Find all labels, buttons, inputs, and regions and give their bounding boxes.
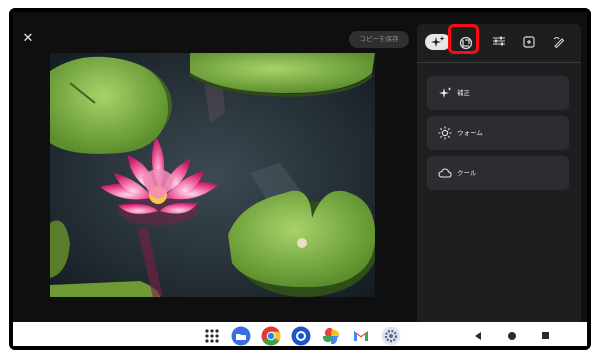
cloud-icon bbox=[438, 168, 452, 178]
suggestion-label: 補正 bbox=[457, 89, 470, 97]
back-icon[interactable] bbox=[475, 332, 481, 340]
suggestion-warm-button[interactable]: ウォーム bbox=[427, 116, 569, 150]
suggestion-label: クール bbox=[457, 169, 477, 177]
edit-panel: 補正 ウォーム クール bbox=[417, 24, 581, 332]
sparkle-icon bbox=[439, 87, 452, 98]
sun-icon bbox=[438, 126, 452, 140]
home-icon[interactable] bbox=[508, 332, 516, 340]
tab-filters[interactable] bbox=[517, 34, 541, 50]
suggestion-enhance-button[interactable]: 補正 bbox=[427, 76, 569, 110]
sliders-icon bbox=[493, 36, 505, 46]
recents-icon[interactable] bbox=[542, 332, 549, 339]
suggestion-cool-button[interactable]: クール bbox=[427, 156, 569, 190]
crop-tab-highlight bbox=[448, 24, 479, 54]
settings-icon[interactable] bbox=[381, 326, 401, 346]
tab-adjust[interactable] bbox=[487, 34, 511, 50]
gmail-icon[interactable] bbox=[351, 326, 371, 346]
markup-icon bbox=[553, 36, 565, 48]
close-icon[interactable]: ✕ bbox=[21, 32, 35, 46]
sparkle-icon bbox=[431, 36, 445, 47]
app-drawer-icon[interactable] bbox=[202, 326, 222, 346]
photo-editor-screen: ✕ コピーを保存 補正 ウォーム クール bbox=[13, 12, 587, 346]
tab-markup[interactable] bbox=[547, 34, 571, 50]
photo-canvas[interactable] bbox=[50, 53, 375, 297]
edit-tabs bbox=[417, 24, 581, 63]
photos-icon[interactable] bbox=[321, 326, 341, 346]
files-icon[interactable] bbox=[231, 326, 251, 346]
camera-icon[interactable] bbox=[291, 326, 311, 346]
suggestion-label: ウォーム bbox=[457, 129, 483, 137]
taskbar bbox=[13, 322, 587, 346]
chrome-icon[interactable] bbox=[261, 326, 281, 346]
filter-icon bbox=[523, 36, 535, 48]
device-frame: ✕ コピーを保存 補正 ウォーム クール bbox=[9, 8, 591, 350]
save-copy-button[interactable]: コピーを保存 bbox=[349, 31, 409, 48]
photo-image bbox=[50, 53, 375, 297]
